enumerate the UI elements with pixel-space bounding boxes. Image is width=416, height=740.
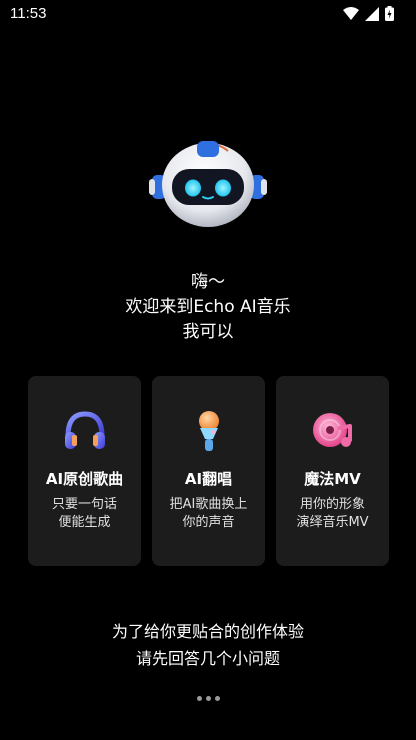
- greeting-line-2: 欢迎来到Echo AI音乐: [125, 297, 291, 317]
- dot: [206, 696, 211, 701]
- dot: [215, 696, 220, 701]
- typing-indicator: [197, 696, 220, 701]
- status-time: 11:53: [10, 5, 47, 22]
- feature-title: AI翻唱: [184, 470, 233, 488]
- feature-description: 把AI歌曲换上 你的声音: [169, 497, 248, 530]
- greeting-line-3: 我可以: [182, 322, 234, 342]
- status-bar: 11:53: [0, 0, 416, 28]
- prompt-line-2: 请先回答几个小问题: [135, 649, 280, 668]
- cellular-signal-icon: [365, 6, 379, 21]
- headphones-icon: [65, 411, 105, 449]
- music-disc-icon: [313, 413, 352, 447]
- robot-mascot-icon: [148, 135, 268, 230]
- status-icons: [343, 6, 394, 21]
- feature-card-ai-cover[interactable]: AI翻唱 把AI歌曲换上 你的声音: [152, 376, 265, 566]
- feature-description: 只要一句话 便能生成: [51, 497, 117, 530]
- feature-description: 用你的形象 演绎音乐MV: [296, 497, 369, 530]
- prompt-line-1: 为了给你更贴合的创作体验: [111, 622, 304, 641]
- wifi-icon: [343, 7, 359, 20]
- microphone-icon: [199, 411, 219, 451]
- feature-cards: AI原创歌曲 只要一句话 便能生成 AI翻唱 把AI歌曲换上 你的声音 魔法MV…: [28, 376, 389, 566]
- greeting-line-1: 嗨～: [191, 272, 225, 292]
- battery-charging-icon: [385, 6, 394, 21]
- feature-title: AI原创歌曲: [45, 470, 124, 488]
- feature-card-ai-original-song[interactable]: AI原创歌曲 只要一句话 便能生成: [28, 376, 141, 566]
- greeting-text: 嗨～ 欢迎来到Echo AI音乐 我可以: [0, 270, 416, 345]
- dot: [197, 696, 202, 701]
- feature-card-magic-mv[interactable]: 魔法MV 用你的形象 演绎音乐MV: [276, 376, 389, 566]
- feature-title: 魔法MV: [304, 470, 361, 488]
- onboarding-prompt: 为了给你更贴合的创作体验 请先回答几个小问题: [0, 618, 416, 672]
